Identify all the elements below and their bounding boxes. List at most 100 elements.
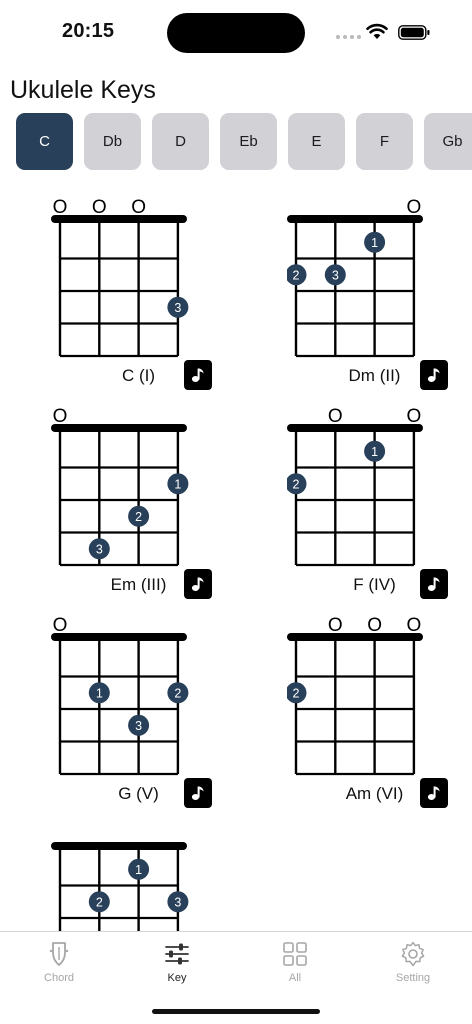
open-string-marker: O [131,197,146,218]
finger-dot: 3 [167,296,189,318]
open-string-marker: O [53,406,68,427]
chord-diagram: O 1 2 3 [287,197,423,358]
finger-dot: 2 [287,473,307,495]
finger-dot: 3 [88,538,110,560]
tab-key[interactable]: Key [118,940,236,996]
finger-dot: 1 [167,473,189,495]
chord-card: OO12F (IV) [287,404,462,604]
finger-number: 1 [371,236,378,250]
key-selector: C Db D Eb E F Gb [16,113,472,171]
home-indicator [152,1009,320,1014]
tab-chord[interactable]: Chord [0,940,118,996]
page-title: Ukulele Keys [10,76,156,104]
finger-number: 1 [174,477,181,491]
play-chord-button[interactable] [420,569,448,599]
key-chip-d[interactable]: D [152,113,209,170]
finger-dot: 1 [364,231,386,253]
play-chord-button[interactable] [184,569,212,599]
nut-bar [287,424,423,432]
finger-number: 2 [174,686,181,700]
finger-number: 3 [174,895,181,909]
tab-label: Setting [395,972,431,984]
key-selector-track: C Db D Eb E F Gb [16,113,472,170]
tab-label: All [288,972,302,984]
cellular-signal-icon [336,35,361,39]
music-note-icon [191,786,204,800]
wifi-icon [366,23,388,39]
finger-dot: 2 [167,682,189,704]
key-chip-f[interactable]: F [356,113,413,170]
dynamic-island [167,13,305,53]
nut-bar [287,215,423,223]
chord-card: OOO3C (I) [51,195,226,395]
key-chip-eb[interactable]: Eb [220,113,277,170]
tab-all[interactable]: All [236,940,354,996]
battery-icon [398,25,430,40]
guitar-pick-icon [49,942,69,966]
open-string-marker: O [367,615,382,636]
chord-card: O123G (V) [51,613,226,813]
chord-diagram: O 1 2 3 [51,406,189,567]
music-note-icon [191,368,204,382]
play-chord-button[interactable] [420,778,448,808]
status-time: 20:15 [62,20,115,42]
grid-icon [283,942,307,966]
key-chip-db[interactable]: Db [84,113,141,170]
open-string-marker: O [328,406,343,427]
finger-dot: 1 [88,682,110,704]
finger-number: 2 [96,895,103,909]
finger-number: 3 [96,542,103,556]
music-note-icon [427,786,440,800]
finger-dot: 2 [88,891,110,913]
open-string-marker: O [328,615,343,636]
finger-number: 3 [332,268,339,282]
open-string-marker: O [407,615,422,636]
nut-bar [51,424,187,432]
open-string-marker: O [407,406,422,427]
play-chord-button[interactable] [184,360,212,390]
nut-bar [51,842,187,850]
sliders-icon [165,943,189,965]
chord-diagram: O O O 2 [287,615,423,776]
nut-bar [51,215,187,223]
finger-number: 1 [96,686,103,700]
open-string-marker: O [407,197,422,218]
finger-number: 1 [371,445,378,459]
open-string-marker: O [53,197,68,218]
finger-dot: 1 [128,858,150,880]
finger-number: 3 [135,719,142,733]
chord-card: O 1 2 3 Em (III) [51,404,226,604]
key-chip-c[interactable]: C [16,113,73,170]
music-note-icon [427,368,440,382]
finger-dot: 1 [364,440,386,462]
finger-number: 2 [293,686,300,700]
finger-number: 1 [135,863,142,877]
nut-bar [51,633,187,641]
finger-dot: 2 [287,682,307,704]
tab-setting[interactable]: Setting [354,940,472,996]
nut-bar [287,633,423,641]
finger-number: 3 [174,301,181,315]
finger-dot: 2 [287,264,307,286]
finger-number: 2 [293,477,300,491]
finger-dot: 3 [128,714,150,736]
chord-card: O O O 2 Am (VI) [287,613,462,813]
finger-dot: 3 [324,264,346,286]
key-chip-e[interactable]: E [288,113,345,170]
key-chip-gb[interactable]: Gb [424,113,472,170]
play-chord-button[interactable] [184,778,212,808]
finger-dot: 3 [167,891,189,913]
gear-icon [401,941,425,967]
finger-dot: 2 [128,505,150,527]
open-string-marker: O [92,197,107,218]
chord-diagram: O 1 2 3 [51,615,189,776]
chord-diagram: O O 1 2 [287,406,423,567]
tab-label: Chord [44,972,74,984]
finger-number: 2 [135,510,142,524]
play-chord-button[interactable] [420,360,448,390]
chord-diagram: O O O 3 [51,197,189,358]
status-bar: 20:15 [0,0,472,64]
app-screen: 20:15 Ukulele Keys C Db D Eb E F Gb OOO3C (I) O… [0,0,472,1024]
finger-number: 2 [293,268,300,282]
chord-card: O 1 2 3 Dm (II) [287,195,462,395]
